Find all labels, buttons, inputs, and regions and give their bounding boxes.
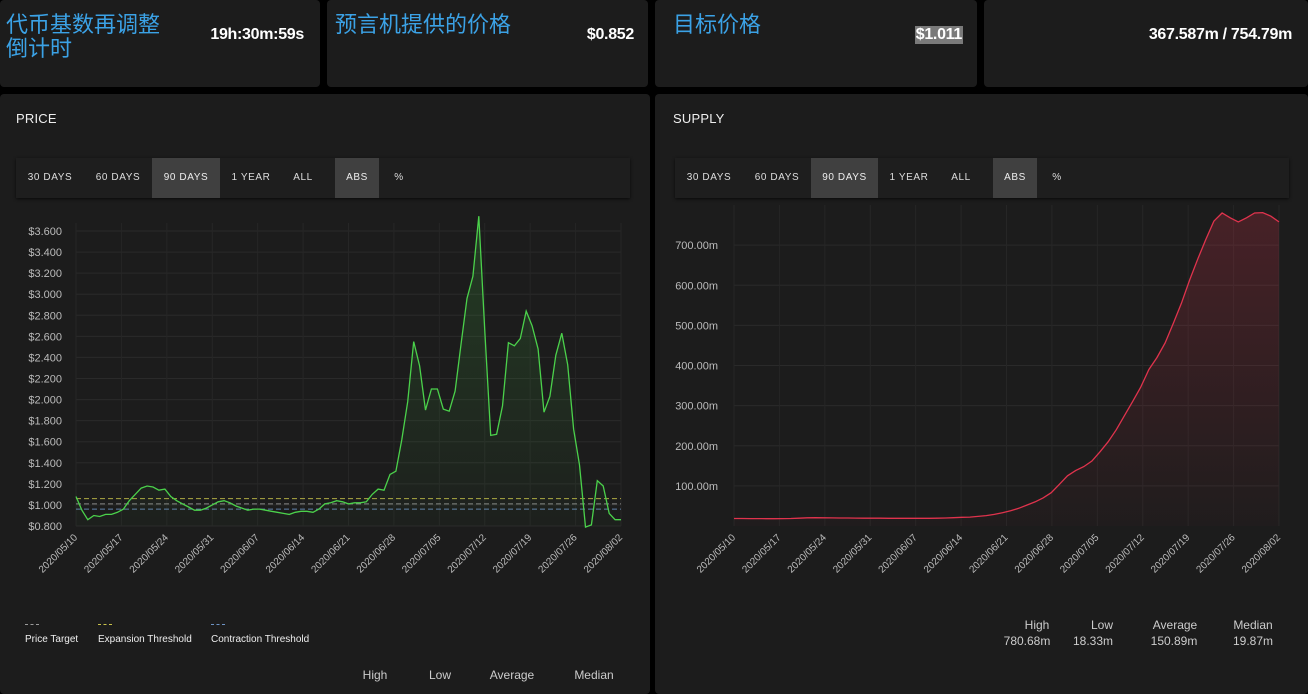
range-all-button[interactable]: ALL	[940, 158, 982, 198]
y-tick-label: $2.800	[28, 310, 62, 322]
y-tick-label: 500.00m	[675, 320, 718, 332]
y-tick-label: 400.00m	[675, 361, 718, 373]
x-tick-label: 2020/06/14	[922, 532, 965, 575]
price-summary-low-label: Low	[428, 668, 451, 682]
x-tick-label: 2020/05/31	[831, 532, 874, 575]
x-tick-label: 2020/05/24	[786, 532, 829, 575]
x-tick-label: 2020/08/02	[582, 532, 625, 575]
range-1-year-button[interactable]: 1 YEAR	[878, 158, 940, 198]
x-tick-label: 2020/06/28	[355, 532, 398, 575]
supply-summary-average-value: 150.89m	[1150, 634, 1198, 648]
y-tick-label: 600.00m	[675, 280, 718, 292]
range-60-days-button[interactable]: 60 DAYS	[743, 158, 811, 198]
y-tick-label: 300.00m	[675, 401, 718, 413]
stat-value: 19h:30m:59s	[210, 26, 304, 43]
supply-summary-low-value: 18.33m	[1072, 634, 1114, 648]
mode-abs-button[interactable]: ABS	[993, 158, 1037, 198]
price-target-swatch	[25, 624, 39, 625]
stat-label: 代币基数再调整 倒计时	[6, 13, 161, 62]
x-tick-label: 2020/07/19	[491, 532, 534, 575]
expansion-threshold-swatch	[98, 624, 112, 625]
y-tick-label: $0.800	[28, 521, 62, 533]
x-tick-label: 2020/07/12	[446, 532, 489, 575]
x-tick-label: 2020/07/05	[1058, 532, 1101, 575]
supply-summary-median-value: 19.87m	[1232, 634, 1274, 648]
x-tick-label: 2020/05/31	[173, 532, 216, 575]
supply-summary-average-label: Average	[1152, 618, 1198, 632]
y-tick-label: $2.200	[28, 374, 62, 386]
x-tick-label: 2020/07/26	[1195, 532, 1238, 575]
legend-price-target[interactable]: Price Target	[25, 634, 78, 645]
stat-card-rebase-countdown: 代币基数再调整 倒计时 19h:30m:59s	[0, 0, 320, 87]
x-tick-label: 2020/06/14	[264, 532, 307, 575]
range-1-year-button[interactable]: 1 YEAR	[220, 158, 282, 198]
mode-abs-button[interactable]: ABS	[335, 158, 379, 198]
y-tick-label: 700.00m	[675, 240, 718, 252]
contraction-threshold-swatch	[211, 624, 225, 625]
x-tick-label: 2020/07/19	[1149, 532, 1192, 575]
x-tick-label: 2020/05/10	[37, 532, 80, 575]
supply-summary-high-value: 780.68m	[1003, 634, 1051, 648]
stat-value: $1.011	[914, 26, 963, 44]
range-all-button[interactable]: ALL	[282, 158, 324, 198]
price-chart: $0.800 $1.000 $1.200 $1.400 $1.600 $1.800 $2.0…	[28, 216, 625, 576]
x-tick-label: 2020/06/21	[309, 532, 352, 575]
x-tick-label: 2020/06/21	[967, 532, 1010, 575]
y-tick-label: $3.200	[28, 268, 62, 280]
y-tick-label: $2.600	[28, 331, 62, 343]
range-60-days-button[interactable]: 60 DAYS	[84, 158, 152, 198]
range-30-days-button[interactable]: 30 DAYS	[675, 158, 743, 198]
stat-label: 目标价格	[673, 13, 762, 38]
y-tick-label: $1.200	[28, 479, 62, 491]
y-tick-label: $1.000	[28, 500, 62, 512]
legend-contraction-threshold[interactable]: Contraction Threshold	[211, 634, 309, 645]
price-summary-high-label: High	[362, 668, 388, 682]
x-tick-label: 2020/05/17	[82, 532, 125, 575]
range-90-days-button[interactable]: 90 DAYS	[811, 158, 878, 198]
y-tick-label: $3.600	[28, 226, 62, 238]
supply-summary-low-label: Low	[1090, 618, 1113, 632]
y-tick-label: $1.600	[28, 437, 62, 449]
range-30-days-button[interactable]: 30 DAYS	[16, 158, 84, 198]
x-tick-label: 2020/07/12	[1104, 532, 1147, 575]
mode-percent-button[interactable]: %	[1037, 158, 1077, 198]
x-tick-label: 2020/08/02	[1240, 532, 1283, 575]
stat-value: 367.587m / 754.79m	[1148, 26, 1292, 43]
range-90-days-button[interactable]: 90 DAYS	[152, 158, 220, 198]
price-summary-average-label: Average	[489, 668, 535, 682]
supply-chart: 100.00m 200.00m 300.00m 400.00m 500.00m 600.0…	[675, 205, 1283, 576]
x-tick-label: 2020/05/17	[740, 532, 783, 575]
mode-percent-button[interactable]: %	[379, 158, 419, 198]
y-tick-label: 100.00m	[675, 481, 718, 493]
y-tick-label: $2.400	[28, 352, 62, 364]
supply-summary-median-label: Median	[1233, 618, 1273, 632]
legend-expansion-threshold[interactable]: Expansion Threshold	[98, 634, 192, 645]
stat-card-oracle-price: 预言机提供的价格 $0.852	[327, 0, 648, 87]
supply-panel-title: SUPPLY	[673, 111, 725, 126]
supply-range-toolbar: 30 DAYS 60 DAYS 90 DAYS 1 YEAR ALL ABS %	[675, 158, 1289, 198]
x-tick-label: 2020/07/05	[400, 532, 443, 575]
supply-summary-high-label: High	[1024, 618, 1050, 632]
y-tick-label: 200.00m	[675, 441, 718, 453]
x-tick-label: 2020/05/10	[695, 532, 738, 575]
x-tick-label: 2020/06/07	[219, 532, 262, 575]
y-tick-label: $1.800	[28, 416, 62, 428]
stat-label: 预言机提供的价格	[335, 13, 512, 38]
stat-card-supply: 367.587m / 754.79m	[984, 0, 1308, 87]
y-tick-label: $2.000	[28, 395, 62, 407]
x-tick-label: 2020/05/24	[128, 532, 171, 575]
price-panel-title: PRICE	[16, 111, 57, 126]
x-tick-label: 2020/07/26	[537, 532, 580, 575]
y-tick-label: $1.400	[28, 458, 62, 470]
price-range-toolbar: 30 DAYS 60 DAYS 90 DAYS 1 YEAR ALL ABS %	[16, 158, 630, 198]
stat-value: $0.852	[586, 26, 634, 43]
y-tick-label: $3.400	[28, 247, 62, 259]
x-tick-label: 2020/06/07	[877, 532, 920, 575]
y-tick-label: $3.000	[28, 289, 62, 301]
stat-card-target-price: 目标价格 $1.011	[655, 0, 977, 87]
x-tick-label: 2020/06/28	[1013, 532, 1056, 575]
price-summary-median-label: Median	[574, 668, 614, 682]
